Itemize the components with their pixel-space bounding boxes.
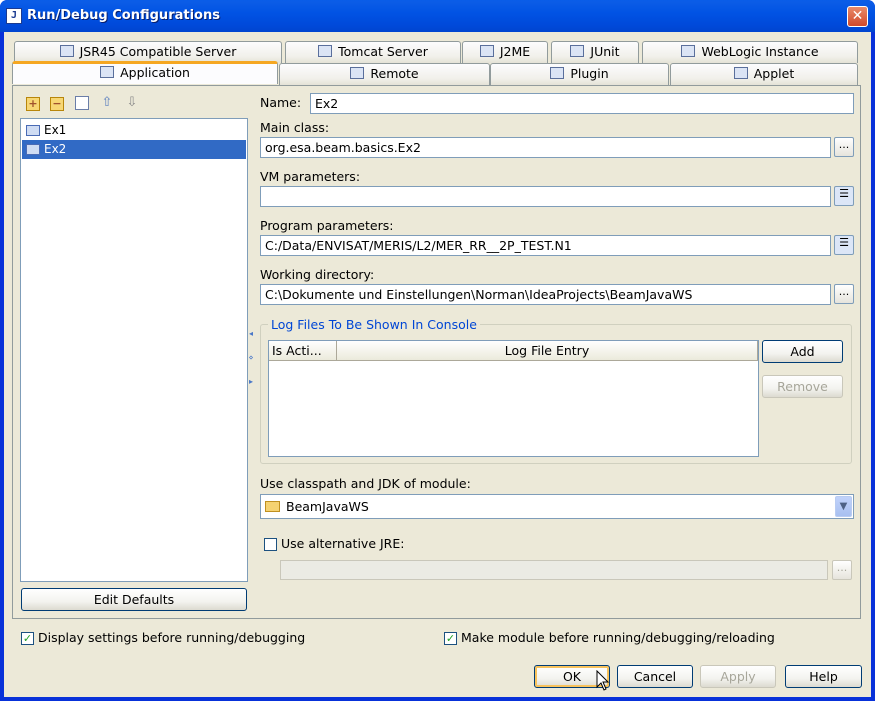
make-module-label: Make module before running/debugging/rel… [461,630,775,645]
plugin-icon [550,67,565,79]
edit-defaults-button[interactable]: Edit Defaults [21,588,247,611]
working-directory-label: Working directory: [260,267,375,282]
configuration-list[interactable]: Ex1 Ex2 [20,118,248,582]
chevron-down-icon[interactable]: ▼ [835,496,852,517]
tab-j2me[interactable]: J2ME [462,41,548,63]
tab-tomcat[interactable]: Tomcat Server [285,41,461,63]
tab-plugin[interactable]: Plugin [490,63,669,85]
main-class-label: Main class: [260,120,330,135]
dialog-client: JSR45 Compatible Server Tomcat Server J2… [4,32,871,697]
tomcat-icon [318,45,333,57]
program-parameters-label: Program parameters: [260,218,394,233]
apply-button[interactable]: Apply [700,665,776,688]
log-files-group-title: Log Files To Be Shown In Console [268,317,480,332]
mouse-cursor-icon [596,670,610,691]
main-class-browse-button[interactable]: ... [834,137,854,157]
program-parameters-expand-icon[interactable]: ☰ [834,235,854,255]
dialog-window: J Run/Debug Configurations ✕ JSR45 Compa… [0,0,875,701]
vm-parameters-field[interactable] [260,186,831,207]
add-log-button[interactable]: Add [762,340,843,363]
weblogic-icon [681,45,696,57]
app-icon: J [6,8,22,24]
display-settings-label: Display settings before running/debuggin… [38,630,306,645]
list-item-ex2[interactable]: Ex2 [22,140,246,159]
tab-application[interactable]: Application [12,61,278,84]
module-select[interactable]: BeamJavaWS ▼ [260,494,854,519]
applet-icon [733,67,748,79]
working-directory-field[interactable]: C:\Dokumente und Einstellungen\Norman\Id… [260,284,831,305]
remote-icon [350,67,365,79]
j2me-icon [479,45,494,57]
arrow-up-icon[interactable]: ⇧ [100,96,114,111]
window-title: Run/Debug Configurations [27,8,220,23]
application-icon [26,125,40,136]
column-header-is-active[interactable]: Is Acti... [269,341,337,361]
cancel-button[interactable]: Cancel [617,665,693,688]
working-directory-browse-button[interactable]: ... [834,284,854,304]
display-settings-checkbox[interactable]: ✓ [21,632,34,645]
remove-log-button[interactable]: Remove [762,375,843,398]
arrow-down-icon[interactable]: ⇩ [125,96,139,111]
close-button[interactable]: ✕ [847,6,868,27]
main-class-field[interactable]: org.esa.beam.basics.Ex2 [260,137,831,158]
tab-weblogic[interactable]: WebLogic Instance [642,41,858,63]
tab-jsr45[interactable]: JSR45 Compatible Server [14,41,282,63]
application-icon [100,66,115,78]
alternative-jre-checkbox[interactable] [264,538,277,551]
tab-remote[interactable]: Remote [279,63,490,85]
module-folder-icon [265,501,280,512]
tab-applet[interactable]: Applet [670,63,858,85]
name-field[interactable]: Ex2 [310,93,854,114]
vm-parameters-label: VM parameters: [260,169,361,184]
name-label: Name: [260,95,302,110]
alternative-jre-label: Use alternative JRE: [281,536,405,551]
copy-icon[interactable] [75,96,89,110]
add-icon[interactable]: + [26,97,40,111]
jsr45-icon [59,45,74,57]
module-select-value: BeamJavaWS [286,499,369,514]
alternative-jre-browse-button[interactable]: ... [832,560,852,580]
make-module-checkbox[interactable]: ✓ [444,632,457,645]
application-icon [26,144,40,155]
help-button[interactable]: Help [785,665,862,688]
title-bar[interactable]: J Run/Debug Configurations ✕ [0,0,875,32]
junit-icon [570,45,585,57]
program-parameters-field[interactable]: C:/Data/ENVISAT/MERIS/L2/MER_RR__2P_TEST… [260,235,831,256]
vm-parameters-expand-icon[interactable]: ☰ [834,186,854,206]
splitter-handle[interactable]: ◂ ⋄ ▸ [247,322,255,392]
tab-junit[interactable]: JUnit [551,41,639,63]
alternative-jre-field[interactable] [280,560,828,580]
list-item-ex1[interactable]: Ex1 [22,121,246,140]
remove-icon[interactable]: − [50,97,64,111]
module-label: Use classpath and JDK of module: [260,476,471,491]
log-files-table[interactable]: Is Acti... Log File Entry [268,340,759,457]
column-header-log-file-entry[interactable]: Log File Entry [337,341,758,361]
